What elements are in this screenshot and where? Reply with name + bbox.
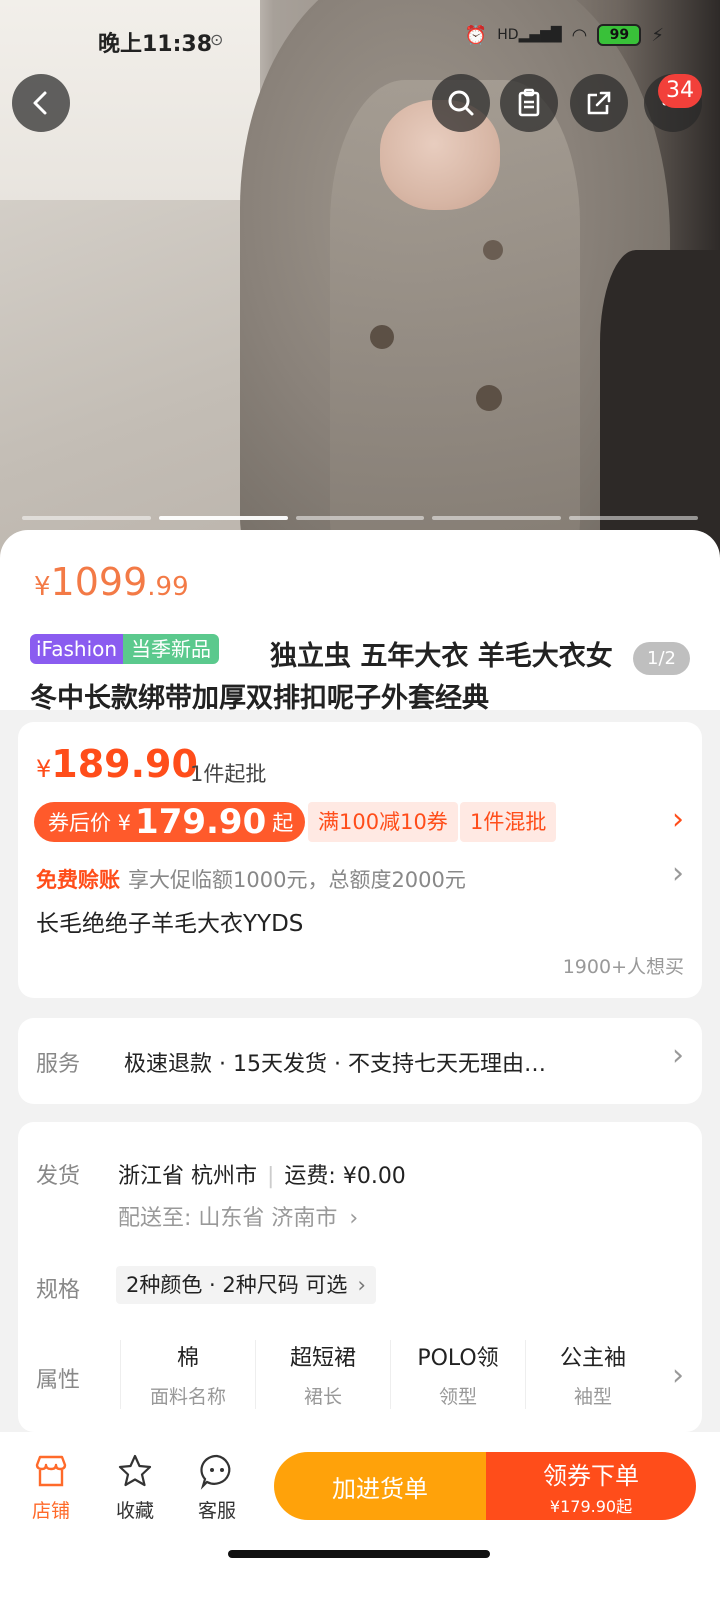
product-detail-page: 晚上11:38 ⊙ ⏰ HD▂▄▆█ ◠ 99 ⚡ 34 ¥1099.99 iF… bbox=[0, 0, 720, 1600]
want-count: 1900+人想买 bbox=[562, 956, 684, 978]
attributes-label: 属性 bbox=[36, 1368, 81, 1393]
back-button[interactable] bbox=[12, 74, 70, 132]
wholesale-price: ¥189.90 bbox=[36, 742, 198, 786]
battery-icon: 99 bbox=[597, 24, 642, 46]
carousel-segment bbox=[569, 516, 698, 520]
mixed-batch-tag[interactable]: 1件混批 bbox=[460, 802, 557, 842]
favorite-tab[interactable]: 收藏 bbox=[100, 1452, 170, 1523]
signal-icon: HD▂▄▆█ bbox=[497, 27, 562, 43]
share-icon bbox=[587, 91, 611, 115]
carousel-indicator bbox=[22, 516, 698, 520]
attribute-item: POLO领 领型 bbox=[390, 1340, 525, 1409]
add-to-purchase-list-button[interactable]: 加进货单 bbox=[274, 1452, 486, 1520]
attributes-list[interactable]: 棉 面料名称 超短裙 裙长 POLO领 领型 公主袖 袖型 bbox=[120, 1340, 660, 1409]
home-indicator[interactable] bbox=[228, 1550, 490, 1558]
status-time: 晚上11:38 bbox=[98, 32, 213, 57]
carousel-segment bbox=[432, 516, 562, 520]
store-tab[interactable]: 店铺 bbox=[16, 1452, 86, 1523]
share-button[interactable] bbox=[570, 74, 628, 132]
credit-chevron-icon[interactable]: › bbox=[672, 856, 684, 891]
customer-service-tab[interactable]: 客服 bbox=[182, 1452, 252, 1523]
clipboard-icon bbox=[518, 88, 540, 117]
service-chevron-icon[interactable]: › bbox=[672, 1038, 684, 1073]
status-bar: 晚上11:38 ⊙ ⏰ HD▂▄▆█ ◠ 99 ⚡ bbox=[0, 0, 720, 80]
new-season-tag: 当季新品 bbox=[123, 634, 220, 664]
alarm-icon: ⏰ bbox=[464, 24, 488, 46]
min-order: 1件起批 bbox=[190, 762, 267, 786]
details-card: 发货 浙江省 杭州市 | 运费: ¥0.00 配送至: 山东省 济南市 › 规格 2种… bbox=[18, 1122, 702, 1432]
attribute-item: 超短裙 裙长 bbox=[255, 1340, 390, 1409]
ifashion-tag: iFashion bbox=[30, 634, 124, 664]
promo-discount-tag[interactable]: 满100减10券 bbox=[308, 802, 458, 842]
product-tags: iFashion 当季新品 bbox=[30, 634, 220, 664]
coupon-chevron-icon[interactable]: › bbox=[672, 802, 684, 837]
ship-to[interactable]: 配送至: 山东省 济南市 › bbox=[118, 1200, 358, 1232]
spec-label: 规格 bbox=[36, 1278, 81, 1303]
purchase-list-button[interactable] bbox=[500, 74, 558, 132]
attribute-item: 棉 面料名称 bbox=[120, 1340, 255, 1409]
product-subtitle: 长毛绝绝子羊毛大衣YYDS bbox=[36, 911, 304, 937]
attributes-chevron-icon[interactable]: › bbox=[672, 1358, 684, 1393]
product-header-card: ¥1099.99 iFashion 当季新品 独立虫 五年大衣 羊毛大衣女 冬中… bbox=[0, 530, 720, 714]
image-page-indicator: 1/2 bbox=[633, 642, 690, 675]
product-title-line1: 独立虫 五年大衣 羊毛大衣女 bbox=[270, 641, 613, 672]
chevron-left-icon bbox=[33, 91, 47, 115]
service-text: 极速退款 · 15天发货 · 不支持七天无理由… bbox=[124, 1052, 546, 1077]
attribute-item: 公主袖 袖型 bbox=[525, 1340, 660, 1409]
cart-count-badge: 34 bbox=[658, 74, 702, 108]
store-icon bbox=[35, 1455, 67, 1487]
service-label: 服务 bbox=[36, 1052, 81, 1077]
carousel-segment bbox=[295, 516, 425, 520]
bottom-action-bar: 店铺 收藏 客服 加进货单 领券下单 ¥179.90起 bbox=[0, 1432, 720, 1600]
wifi-icon: ◠ bbox=[571, 24, 588, 46]
charging-icon: ⚡ bbox=[651, 24, 664, 46]
credit-row[interactable]: 免费赊账 享大促临额1000元，总额度2000元 bbox=[36, 864, 466, 894]
pricing-card: ¥189.90 1件起批 券后价 ¥179.90 起 满100减10券 1件混批 … bbox=[18, 722, 702, 998]
spec-selector[interactable]: 2种颜色 · 2种尺码 可选 › bbox=[116, 1266, 376, 1304]
search-button[interactable] bbox=[432, 74, 490, 132]
original-price: ¥1099.99 bbox=[34, 560, 189, 604]
shipping-label: 发货 bbox=[36, 1164, 81, 1189]
sync-icon: ⊙ bbox=[210, 30, 224, 49]
product-title-line2: 冬中长款绑带加厚双排扣呢子外套经典 bbox=[30, 683, 489, 714]
service-row[interactable]: 服务 极速退款 · 15天发货 · 不支持七天无理由… › bbox=[18, 1018, 702, 1104]
chat-face-icon bbox=[200, 1454, 231, 1490]
star-icon bbox=[118, 1454, 152, 1487]
search-icon bbox=[448, 90, 474, 116]
coupon-price-badge[interactable]: 券后价 ¥179.90 起 bbox=[34, 802, 306, 842]
carousel-segment-active bbox=[158, 516, 288, 520]
buy-with-coupon-button[interactable]: 领券下单 ¥179.90起 bbox=[486, 1452, 696, 1520]
carousel-segment bbox=[22, 516, 151, 520]
ship-from: 浙江省 杭州市 | 运费: ¥0.00 bbox=[118, 1164, 406, 1189]
